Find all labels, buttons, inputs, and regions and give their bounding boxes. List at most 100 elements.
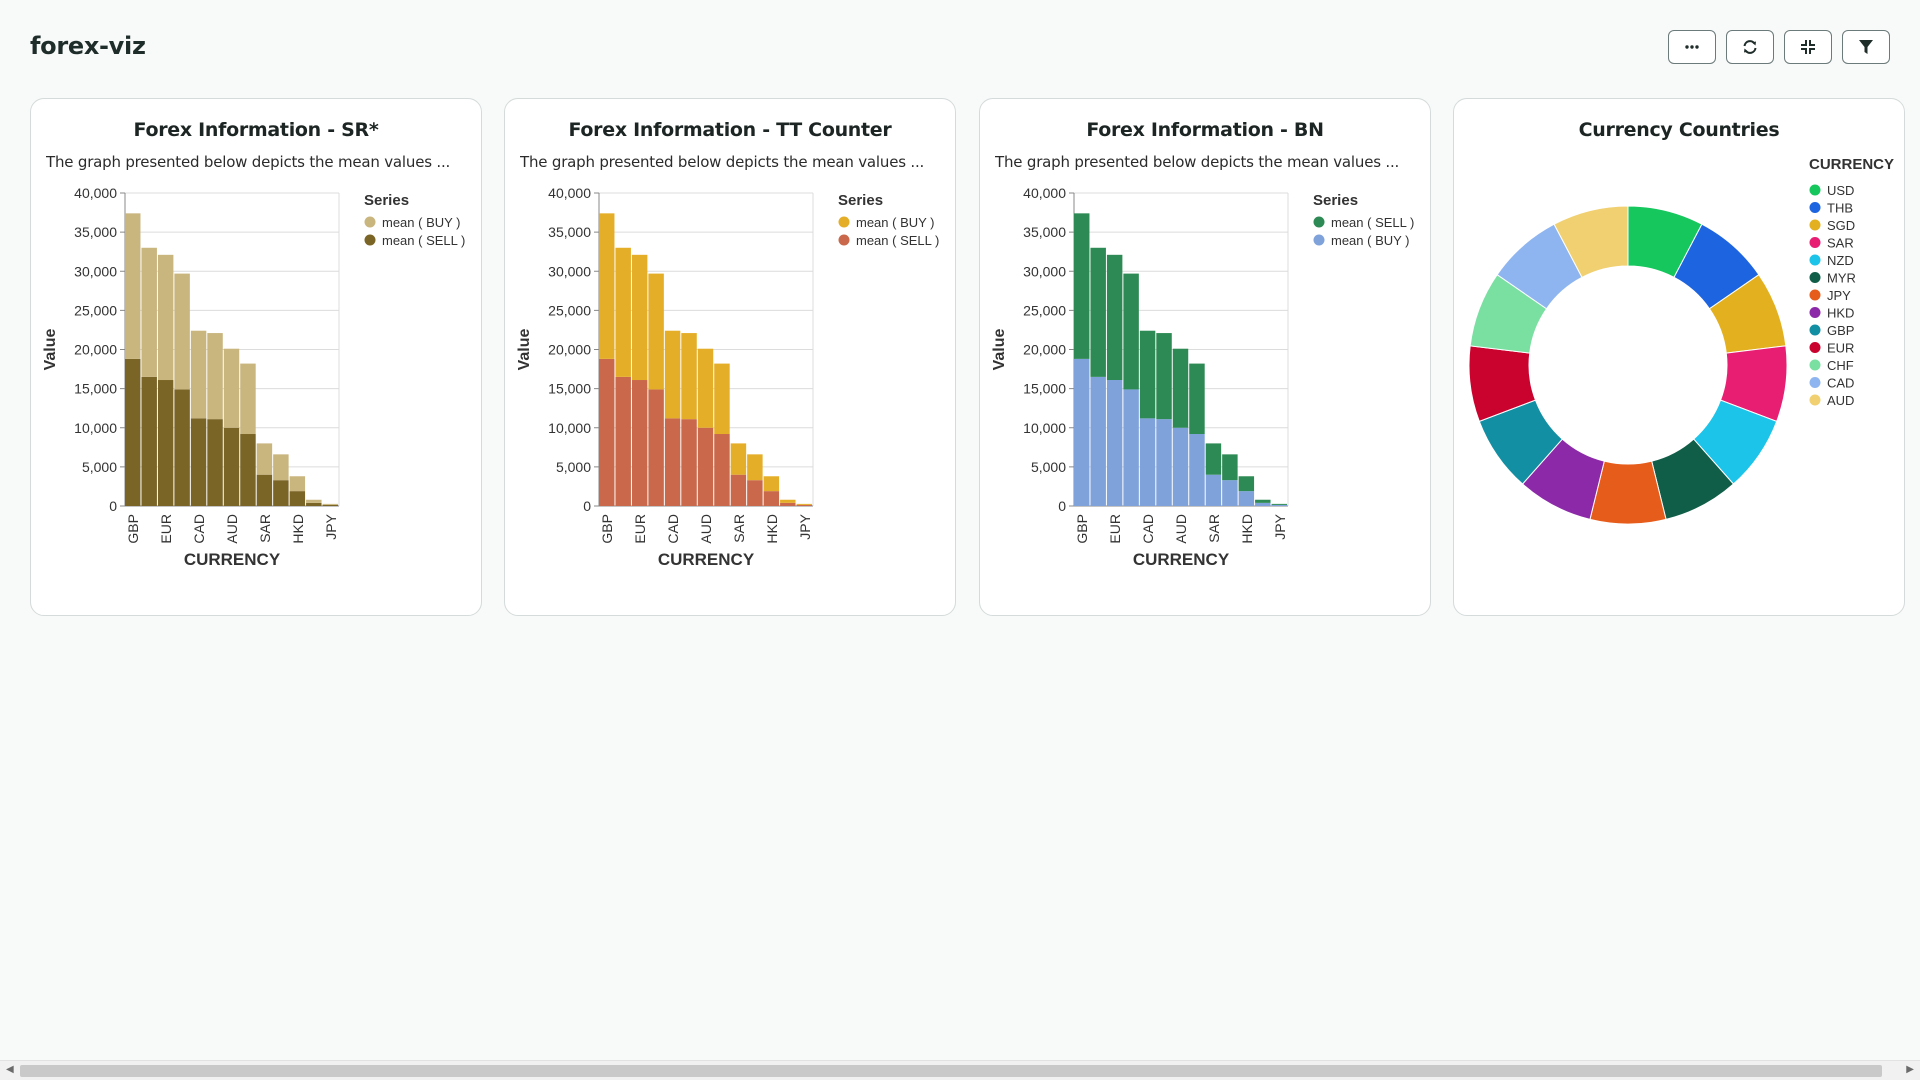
y-tick-label: 5,000 — [556, 459, 591, 475]
bar — [648, 273, 664, 390]
y-tick-label: 20,000 — [74, 342, 117, 358]
legend-swatch — [1809, 342, 1821, 353]
y-tick-label: 25,000 — [548, 302, 591, 318]
bar — [125, 213, 141, 359]
bar — [1189, 434, 1205, 506]
bar — [1123, 273, 1139, 390]
x-tick-label: HKD — [764, 514, 780, 544]
bar — [1139, 330, 1156, 419]
x-tick-label: SAR — [731, 514, 747, 543]
filter-button[interactable] — [1842, 30, 1890, 64]
bar-chart[interactable]: 0 5,000 10,000 15,000 20,000 25,000 30,000 35,0… — [505, 99, 956, 616]
scroll-right-icon[interactable]: ▶ — [1906, 1064, 1914, 1075]
legend-label: SAR — [1827, 236, 1854, 251]
x-tick-label: HKD — [1239, 514, 1255, 544]
more-options-button[interactable] — [1668, 30, 1716, 64]
bar — [631, 254, 648, 381]
scroll-thumb[interactable] — [20, 1065, 1882, 1077]
bar — [599, 213, 615, 359]
y-tick-label: 10,000 — [74, 420, 117, 436]
x-axis-label: CURRENCY — [658, 550, 755, 569]
bar — [1255, 502, 1271, 506]
bar — [289, 476, 306, 492]
bar — [714, 363, 730, 435]
bar — [681, 333, 697, 420]
chart-card-bn: Forex Information - BN The graph present… — [979, 98, 1431, 616]
bar — [615, 376, 631, 506]
bar — [322, 504, 338, 506]
bar — [289, 491, 306, 506]
bar — [1156, 419, 1172, 506]
bar — [190, 418, 207, 506]
bar — [240, 434, 256, 506]
bar — [207, 419, 223, 506]
legend-swatch — [1809, 377, 1821, 388]
bar — [681, 419, 697, 506]
bar-chart[interactable]: 0 5,000 10,000 15,000 20,000 25,000 30,000 35,0… — [980, 99, 1431, 616]
legend-swatch — [1809, 272, 1821, 283]
legend-swatch — [1809, 184, 1821, 196]
horizontal-scrollbar[interactable]: ◀ ▶ — [0, 1060, 1920, 1080]
bar — [615, 247, 631, 377]
y-tick-label: 30,000 — [1023, 263, 1066, 279]
filter-icon — [1859, 40, 1873, 54]
x-tick-label: GBP — [599, 514, 615, 544]
chart-card-currency-countries: Currency Countries CURRENCY USD THB SGD SAR N… — [1453, 98, 1905, 616]
y-tick-label: 40,000 — [548, 185, 591, 201]
bar — [1271, 503, 1287, 505]
x-tick-label: CAD — [665, 514, 681, 544]
x-axis-label: CURRENCY — [184, 550, 281, 569]
scroll-left-icon[interactable]: ◀ — [6, 1064, 14, 1075]
legend-label: SGD — [1827, 218, 1855, 233]
bar — [648, 389, 664, 506]
refresh-button[interactable] — [1726, 30, 1774, 64]
legend-swatch — [1809, 307, 1821, 318]
legend-label: THB — [1827, 201, 1853, 216]
x-tick-label: JPY — [797, 513, 813, 539]
legend-swatch — [1809, 289, 1821, 301]
donut-chart[interactable]: CURRENCY USD THB SGD SAR NZD MYR JPY HKD GBP EUR CH… — [1454, 99, 1905, 616]
legend-label: mean ( BUY ) — [382, 215, 461, 230]
x-tick-label: JPY — [323, 513, 339, 539]
bar — [796, 504, 812, 506]
bar — [157, 254, 174, 381]
legend-label: NZD — [1827, 253, 1854, 268]
bar — [763, 476, 780, 492]
y-tick-label: 40,000 — [1023, 185, 1066, 201]
bar — [273, 480, 289, 506]
y-tick-label: 5,000 — [1031, 459, 1066, 475]
chart-card-tt-counter: Forex Information - TT Counter The graph… — [504, 98, 956, 616]
bar — [141, 376, 157, 506]
y-axis-label: Value — [516, 329, 533, 371]
bar — [1074, 358, 1090, 506]
x-tick-label: GBP — [1074, 514, 1090, 544]
bar — [730, 474, 747, 506]
bar-chart[interactable]: 0 5,000 10,000 15,000 20,000 25,000 30,000 35,0… — [31, 99, 482, 616]
legend-swatch — [1809, 237, 1821, 248]
bar — [322, 503, 338, 505]
collapse-button[interactable] — [1784, 30, 1832, 64]
legend-swatch — [1809, 324, 1821, 336]
y-tick-label: 0 — [109, 498, 117, 514]
refresh-icon — [1743, 40, 1757, 54]
legend-label: GBP — [1827, 323, 1854, 338]
bar — [174, 273, 190, 390]
y-tick-label: 20,000 — [548, 342, 591, 358]
y-tick-label: 30,000 — [74, 263, 117, 279]
bar — [1255, 499, 1271, 503]
bar — [631, 380, 648, 506]
legend-swatch — [1809, 202, 1821, 213]
bar — [174, 389, 190, 506]
legend-title: Series — [1313, 192, 1358, 209]
x-tick-label: CAD — [1140, 514, 1156, 544]
y-tick-label: 10,000 — [1023, 420, 1066, 436]
legend-swatch — [1809, 219, 1821, 231]
page-title: forex-viz — [30, 32, 146, 60]
x-tick-label: AUD — [698, 514, 714, 544]
bar — [207, 333, 223, 420]
y-tick-label: 15,000 — [1023, 381, 1066, 397]
bar — [1238, 476, 1255, 492]
bar — [599, 358, 615, 506]
bar — [730, 443, 747, 475]
legend-label: mean ( SELL ) — [1331, 215, 1414, 230]
